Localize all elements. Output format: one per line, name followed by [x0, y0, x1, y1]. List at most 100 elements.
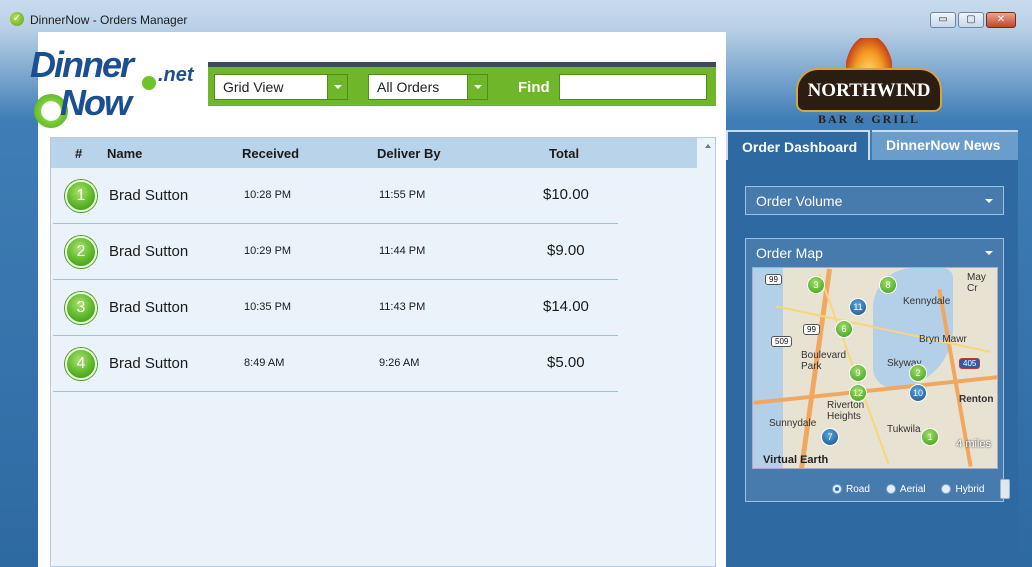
aerial-label: Aerial [899, 483, 926, 495]
dinnernow-logo: Dinner Now .net [30, 38, 200, 150]
route-shield: 405 [959, 358, 981, 369]
deliver-by-time: 11:44 PM [379, 245, 426, 257]
logo-line1: Dinner [30, 44, 134, 85]
restaurant-name: NORTHWIND [807, 80, 931, 101]
map-label: Tukwila [887, 424, 921, 435]
order-map[interactable]: 99 99 509 405 Kennydale Bryn Mawr Boulev… [752, 267, 998, 469]
order-volume-title: Order Volume [756, 193, 843, 209]
map-label: Renton [959, 394, 994, 405]
order-map-header[interactable]: Order Map [746, 239, 1003, 267]
route-shield: 99 [803, 324, 820, 335]
chevron-down-icon[interactable] [467, 75, 487, 99]
order-pin[interactable]: 2 [909, 364, 927, 382]
order-pin[interactable]: 1 [921, 428, 939, 446]
map-label: Kennydale [903, 296, 951, 307]
order-total: $14.00 [543, 298, 589, 315]
table-row[interactable]: 3 Brad Sutton 10:35 PM 11:43 PM $14.00 [53, 280, 618, 336]
column-header-deliver-by[interactable]: Deliver By [377, 146, 441, 161]
close-button[interactable]: ✕ [986, 12, 1016, 28]
order-pin[interactable]: 8 [879, 276, 897, 294]
chevron-down-icon[interactable] [985, 251, 993, 255]
view-select[interactable]: Grid View [214, 74, 348, 100]
order-total: $9.00 [547, 242, 585, 259]
column-header-received[interactable]: Received [242, 146, 299, 161]
app-window: ✓ DinnerNow - Orders Manager ▭ ▢ ✕ Dinne… [0, 0, 1032, 567]
table-row[interactable]: 2 Brad Sutton 10:29 PM 11:44 PM $9.00 [53, 224, 618, 280]
order-pin[interactable]: 3 [807, 276, 825, 294]
logo-line2: Now [60, 82, 132, 123]
filter-select[interactable]: All Orders [368, 74, 488, 100]
order-pin[interactable]: 12 [849, 384, 867, 402]
order-volume-header[interactable]: Order Volume [746, 187, 1003, 215]
order-pin[interactable]: 11 [849, 298, 867, 316]
dashboard-pane: NORTHWIND BAR & GRILL Order Dashboard Di… [726, 32, 1018, 567]
order-total: $10.00 [543, 186, 589, 203]
order-pin[interactable]: 10 [909, 384, 927, 402]
order-pin[interactable]: 7 [821, 428, 839, 446]
order-number-badge: 3 [65, 292, 97, 324]
deliver-by-time: 11:43 PM [379, 301, 426, 313]
order-pin[interactable]: 6 [835, 320, 853, 338]
received-time: 10:35 PM [244, 301, 292, 313]
maximize-button[interactable]: ▢ [958, 12, 984, 28]
restaurant-subtitle: BAR & GRILL [817, 112, 920, 126]
tab-dinnernow-news[interactable]: DinnerNow News [872, 130, 1018, 160]
received-time: 10:28 PM [244, 189, 292, 201]
sound-shape [753, 268, 783, 468]
order-number-badge: 4 [65, 348, 97, 380]
window-title: DinnerNow - Orders Manager [30, 13, 188, 27]
find-input[interactable] [559, 74, 707, 100]
column-header-name[interactable]: Name [107, 146, 142, 161]
column-header-total[interactable]: Total [549, 146, 579, 161]
received-time: 8:49 AM [244, 357, 285, 369]
minimize-button[interactable]: ▭ [930, 12, 956, 28]
received-time: 10:29 PM [244, 245, 292, 257]
view-select-value: Grid View [223, 79, 284, 95]
route-shield: 99 [765, 274, 782, 285]
table-row[interactable]: 1 Brad Sutton 10:28 PM 11:55 PM $10.00 [53, 168, 618, 224]
scroll-up-icon[interactable] [705, 144, 711, 148]
orders-toolbar: Grid View All Orders Find [208, 62, 716, 106]
column-header-number[interactable]: # [75, 146, 82, 161]
find-label: Find [518, 79, 550, 96]
order-map-expander: Order Map 99 99 509 405 Kennydale Bryn M… [745, 238, 1011, 502]
order-number-badge: 1 [65, 180, 97, 212]
route-shield: 509 [771, 336, 793, 347]
map-copyright: Virtual Earth [763, 454, 829, 466]
hybrid-label: Hybrid [955, 483, 985, 495]
customer-name: Brad Sutton [109, 187, 189, 204]
customer-name: Brad Sutton [109, 243, 189, 260]
title-bar: ✓ DinnerNow - Orders Manager ▭ ▢ ✕ [0, 0, 1032, 32]
deliver-by-time: 9:26 AM [379, 357, 420, 369]
dashboard-tabs: Order Dashboard DinnerNow News [726, 130, 1018, 160]
table-row[interactable]: 4 Brad Sutton 8:49 AM 9:26 AM $5.00 [53, 336, 618, 392]
chevron-down-icon[interactable] [985, 199, 993, 203]
map-label: Bryn Mawr [919, 334, 967, 345]
order-pin[interactable]: 9 [849, 364, 867, 382]
logo-dot-icon [142, 76, 156, 90]
deliver-by-time: 11:55 PM [379, 189, 426, 201]
road-label: Road [846, 483, 870, 495]
app-icon: ✓ [10, 12, 24, 26]
customer-name: Brad Sutton [109, 355, 189, 372]
zoom-slider[interactable] [1000, 479, 1011, 499]
filter-select-value: All Orders [377, 79, 440, 95]
order-volume-expander[interactable]: Order Volume [745, 186, 1004, 215]
customer-name: Brad Sutton [109, 299, 189, 316]
map-label: May Cr [967, 272, 986, 294]
aerial-radio[interactable] [885, 484, 896, 494]
order-total: $5.00 [547, 354, 585, 371]
road-radio[interactable] [832, 484, 842, 494]
hybrid-radio[interactable] [941, 484, 952, 494]
order-number-badge: 2 [65, 236, 97, 268]
orders-pane: Dinner Now .net Grid View All Orders Fin… [30, 32, 726, 567]
order-map-title: Order Map [756, 245, 823, 261]
order-dashboard-panel: Order Volume Order Map 99 99 509 405 Ken… [726, 160, 1018, 567]
tab-order-dashboard[interactable]: Order Dashboard [726, 130, 870, 160]
map-label: Sunnydale [769, 418, 817, 429]
chevron-down-icon[interactable] [327, 75, 347, 99]
map-scale: 4 miles [956, 438, 991, 450]
grid-header: # Name Received Deliver By Total [51, 138, 697, 168]
northwind-logo: NORTHWIND BAR & GRILL [796, 38, 942, 128]
map-mode-selector: Road Aerial Hybrid [832, 479, 1011, 499]
